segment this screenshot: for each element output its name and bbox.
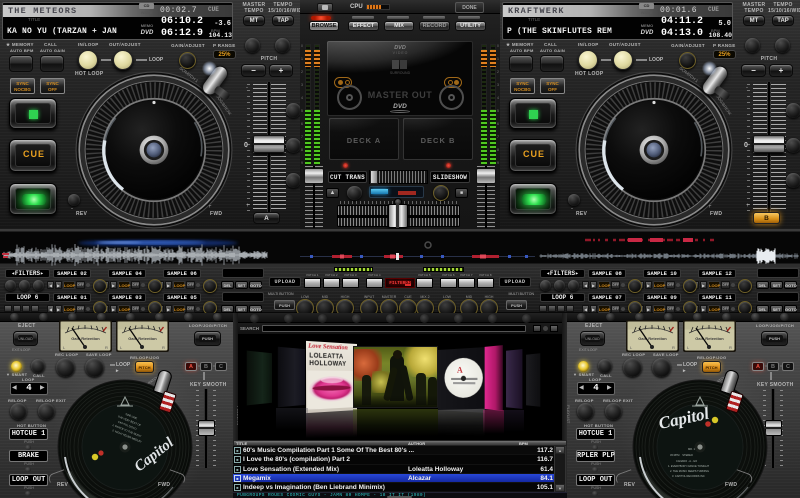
svg-text:Gain Retention: Gain Retention [128, 336, 157, 341]
svg-text:Gain Retention: Gain Retention [71, 336, 100, 341]
svg-text:MR. 1: MR. 1 [688, 447, 695, 451]
svg-text:Gain Retention: Gain Retention [695, 336, 724, 341]
svg-text:1. EVERYBODY DANCE TONIGHT: 1. EVERYBODY DANCE TONIGHT [668, 464, 709, 468]
svg-text:3. CAPITOL RECORDS INC: 3. CAPITOL RECORDS INC [672, 474, 705, 478]
svg-text:2. THE MUSIC KEEPS TURNING: 2. THE MUSIC KEEPS TURNING [670, 469, 709, 473]
svg-text:R: R [105, 345, 108, 350]
svg-text:R: R [672, 345, 675, 350]
svg-text:45 RPM STEREO: 45 RPM STEREO [670, 453, 693, 457]
svg-text:R: R [729, 345, 732, 350]
svg-text:Gain Retention: Gain Retention [638, 336, 667, 341]
svg-text:CANADO - A - GO: CANADO - A - GO [676, 459, 697, 463]
svg-text:R: R [162, 345, 165, 350]
